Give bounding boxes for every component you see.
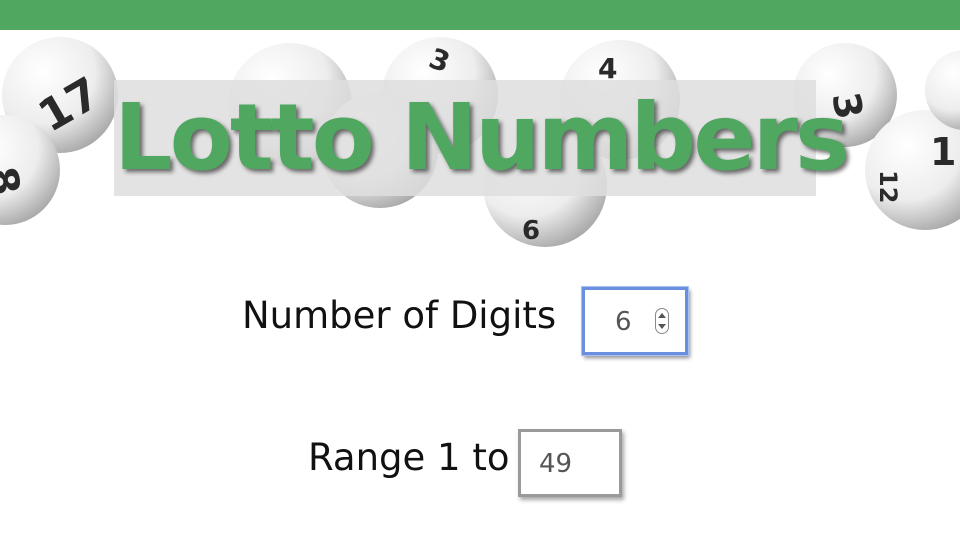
range-number-input[interactable]: 49 <box>518 429 622 497</box>
svg-text:9: 9 <box>522 213 540 243</box>
range-label: Range 1 to <box>308 436 510 479</box>
digits-label: Number of Digits <box>242 294 557 337</box>
digits-stepper[interactable] <box>655 308 669 334</box>
range-value: 49 <box>539 449 573 479</box>
svg-text:1: 1 <box>930 130 956 174</box>
digits-number-input[interactable]: 6 <box>582 287 688 355</box>
stepper-down-icon[interactable] <box>658 324 666 329</box>
top-accent-bar <box>0 0 960 30</box>
svg-text:12: 12 <box>874 170 902 203</box>
stepper-up-icon[interactable] <box>658 313 666 318</box>
digits-value: 6 <box>615 307 632 337</box>
title-banner: Lotto Numbers <box>114 80 850 196</box>
page-title: Lotto Numbers <box>114 84 850 191</box>
